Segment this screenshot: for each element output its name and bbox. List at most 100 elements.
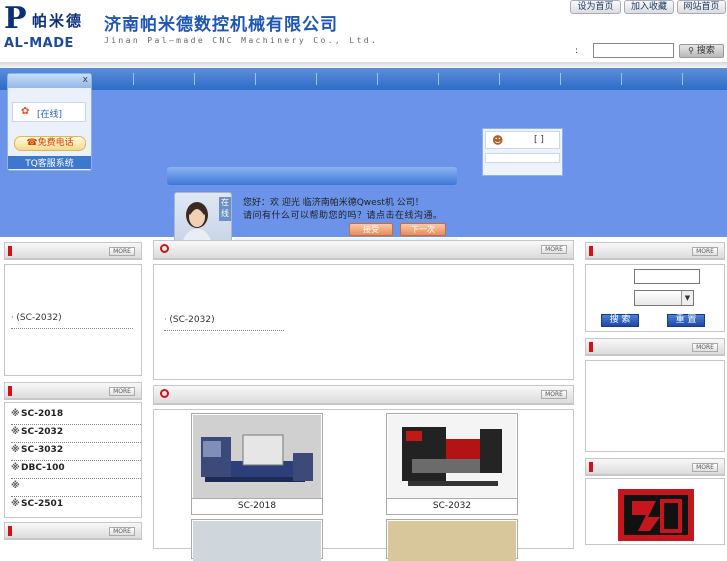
product-list-item[interactable]: ※SC-2501 <box>11 497 141 515</box>
more-button[interactable]: MORE <box>692 463 718 472</box>
asterisk-icon: ※ <box>11 499 20 509</box>
more-button[interactable]: MORE <box>692 343 718 352</box>
list-item[interactable]: · (SC-2032) <box>164 315 284 331</box>
company-name-en: Jinan Pal—made CNC Machinery Co., Ltd. <box>104 36 379 45</box>
center-news-header: MORE <box>153 240 574 260</box>
magnifier-icon: ⚲ <box>688 46 694 55</box>
panel-marker <box>8 246 12 256</box>
online-tag: 在线 <box>219 197 231 221</box>
company-name-cn: 济南帕米德数控机械有限公司 <box>104 15 338 35</box>
product-card[interactable]: SC-2032 <box>386 413 518 515</box>
panel-head: MORE <box>5 243 141 259</box>
decline-chat-button[interactable]: 下一次 <box>400 223 446 236</box>
more-button[interactable]: MORE <box>109 527 135 536</box>
panel-head: MORE <box>586 459 724 475</box>
left-products-panel: ※SC-2018 ※SC-2032 ※SC-3032 ※DBC-100 ※ ※S… <box>4 402 142 518</box>
nav-separator <box>133 73 134 85</box>
nav-separator <box>621 73 622 85</box>
list-item[interactable]: · (SC-2032) <box>11 313 133 329</box>
product-list-label: SC-2018 <box>21 409 64 419</box>
bullet-icon: · <box>11 313 14 322</box>
machine-icon <box>388 415 516 498</box>
nav-separator <box>438 73 439 85</box>
center-products-header: MORE <box>153 385 574 405</box>
circle-icon <box>160 389 169 398</box>
nav-separator <box>255 73 256 85</box>
circle-icon <box>160 244 169 253</box>
chat-status[interactable]: ✿ [在线] <box>12 102 86 122</box>
more-button[interactable]: MORE <box>109 387 135 396</box>
search-button[interactable]: ⚲ 搜索 <box>679 44 724 58</box>
site-header: P 帕米德 AL-MADE 济南帕米德数控机械有限公司 Jinan Pal—ma… <box>0 0 727 68</box>
chat-popup-header <box>167 167 457 185</box>
product-list-item[interactable]: ※ <box>11 479 141 497</box>
free-call-label: 免费电话 <box>37 138 74 148</box>
more-button[interactable]: MORE <box>692 247 718 256</box>
product-name: SC-2032 <box>387 498 517 514</box>
panel-head: MORE <box>154 241 573 259</box>
partner-logo-icon[interactable] <box>616 487 696 543</box>
panel-head: MORE <box>5 523 141 539</box>
panel-head: MORE <box>586 339 724 355</box>
user-field[interactable]: ☻ [ ] <box>485 131 560 149</box>
user-field-2[interactable] <box>485 153 560 163</box>
product-image <box>388 521 516 561</box>
chat-widget-header: x <box>8 74 91 88</box>
product-list-item[interactable]: ※SC-2018 <box>11 407 141 425</box>
left-news-panel: · (SC-2032) <box>4 264 142 376</box>
news-item-title: (SC-2032) <box>169 315 215 325</box>
flower-icon: ✿ <box>21 106 30 117</box>
right-panel-3 <box>585 478 725 545</box>
set-homepage-link[interactable]: 设为首页 <box>570 0 621 14</box>
nav-separator <box>682 73 683 85</box>
asterisk-icon: ※ <box>11 463 20 473</box>
asterisk-icon: ※ <box>11 409 20 419</box>
panel-marker <box>589 342 593 352</box>
tq-system-label[interactable]: TQ客服系统 <box>8 156 91 169</box>
more-button[interactable]: MORE <box>541 245 567 254</box>
asterisk-icon: ※ <box>11 445 20 455</box>
panel-head: MORE <box>586 243 724 259</box>
product-search-panel: ▼ 搜 索 重 置 <box>585 264 725 332</box>
free-call-button[interactable]: ☎免费电话 <box>14 136 86 151</box>
product-card[interactable] <box>191 519 323 561</box>
phone-icon: ☎ <box>26 138 38 148</box>
product-list-label: SC-2501 <box>21 499 64 509</box>
asterisk-icon: ※ <box>11 427 20 437</box>
product-list-item[interactable]: ※SC-3032 <box>11 443 141 461</box>
site-home-link[interactable]: 网站首页 <box>677 0 726 14</box>
panel-marker <box>8 526 12 536</box>
chat-greeting: 您好：欢 迎光 临济南帕米德Qwest机 公司！ <box>243 198 424 208</box>
search-input[interactable] <box>593 43 674 58</box>
search-button-label: 搜索 <box>696 46 715 56</box>
accept-chat-button[interactable]: 接受 <box>349 223 393 236</box>
asterisk-icon: ※ <box>11 481 20 491</box>
panel-marker <box>8 386 12 396</box>
close-icon[interactable]: x <box>83 75 88 85</box>
center-products-panel: SC-2018 SC-2032 <box>153 409 574 561</box>
product-search-button[interactable]: 搜 索 <box>601 314 639 327</box>
category-select[interactable]: ▼ <box>634 290 694 306</box>
panel-head: MORE <box>154 386 573 404</box>
more-button[interactable]: MORE <box>541 390 567 399</box>
logo-english: AL-MADE <box>4 36 74 51</box>
product-card[interactable]: SC-2018 <box>191 413 323 515</box>
nav-separator <box>377 73 378 85</box>
product-card[interactable] <box>386 519 518 561</box>
keyword-input[interactable] <box>634 269 700 284</box>
left-panel-3-header: MORE <box>4 522 142 540</box>
user-bracket: [ ] <box>534 135 544 145</box>
product-name: SC-2018 <box>192 498 322 514</box>
add-favorite-link[interactable]: 加入收藏 <box>624 0 674 14</box>
site-logo[interactable]: P 帕米德 AL-MADE <box>4 4 96 52</box>
panel-head: MORE <box>5 383 141 399</box>
product-list-item[interactable]: ※DBC-100 <box>11 461 141 479</box>
center-news-panel: · (SC-2032) <box>153 264 574 380</box>
user-icon: ☻ <box>492 134 504 147</box>
chevron-down-icon[interactable]: ▼ <box>681 291 693 305</box>
reset-button[interactable]: 重 置 <box>667 314 705 327</box>
user-login-box: ☻ [ ] <box>482 128 563 176</box>
more-button[interactable]: MORE <box>109 247 135 256</box>
product-list-item[interactable]: ※SC-2032 <box>11 425 141 443</box>
nav-separator <box>499 73 500 85</box>
